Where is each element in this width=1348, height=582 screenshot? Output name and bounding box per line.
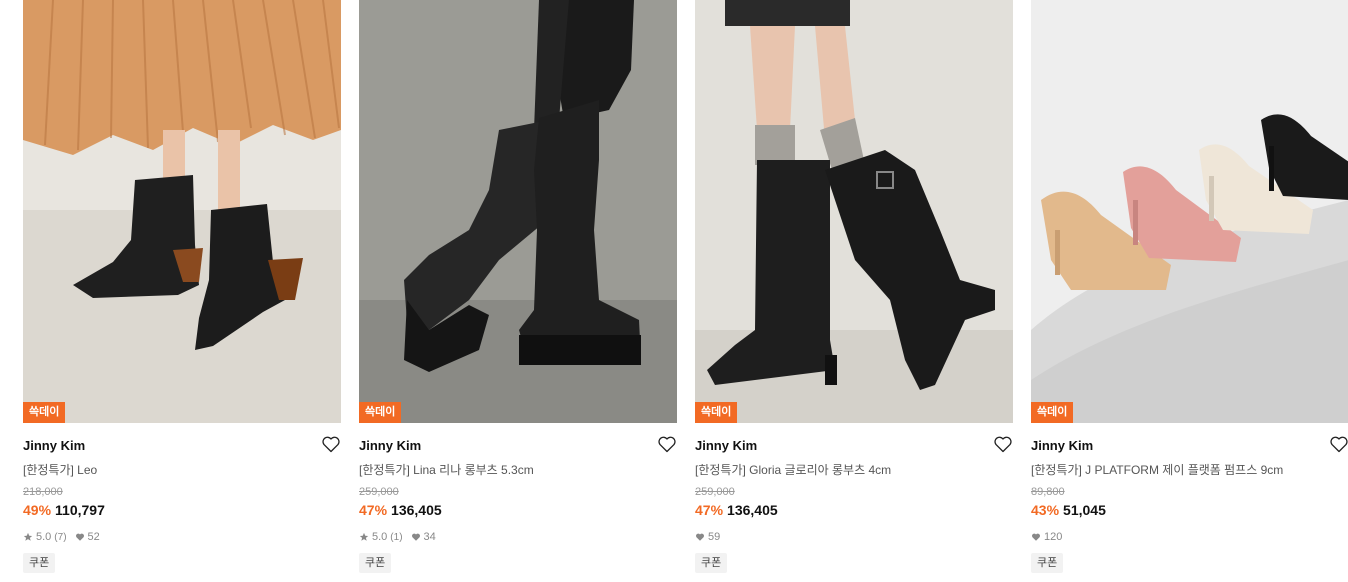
heart-filled-icon bbox=[1031, 533, 1041, 541]
product-title[interactable]: [한정특가] Leo bbox=[23, 461, 97, 478]
brand-name[interactable]: Jinny Kim bbox=[359, 438, 421, 453]
rating-value: 5.0 bbox=[372, 531, 388, 543]
product-photo-ankle-boots bbox=[23, 0, 341, 423]
promo-badge: 쓱데이 bbox=[23, 402, 66, 423]
product-photo-riding-boots bbox=[695, 0, 1013, 423]
product-stats: 120 bbox=[1031, 531, 1062, 543]
discount-rate: 49% bbox=[23, 502, 52, 518]
like-count: 34 bbox=[423, 531, 436, 543]
product-stats: 5.0 (1) 34 bbox=[359, 531, 436, 543]
coupon-tag: 쿠폰 bbox=[1031, 553, 1064, 573]
discount-rate: 43% bbox=[1031, 502, 1060, 518]
product-grid: 쓱데이 Jinny Kim [한정특가] Leo 218,000 49% 110,… bbox=[0, 0, 1348, 582]
original-price: 259,000 bbox=[695, 486, 735, 498]
like-count: 52 bbox=[87, 531, 100, 543]
product-title[interactable]: [한정특가] Gloria 글로리아 롱부츠 4cm bbox=[695, 461, 891, 478]
product-title[interactable]: [한정특가] J PLATFORM 제이 플랫폼 펌프스 9cm bbox=[1031, 461, 1283, 478]
brand-name[interactable]: Jinny Kim bbox=[23, 438, 85, 453]
product-photo-pumps bbox=[1031, 0, 1348, 423]
promo-badge: 쓱데이 bbox=[359, 402, 402, 423]
wishlist-button[interactable] bbox=[1329, 434, 1348, 454]
wishlist-button[interactable] bbox=[321, 434, 341, 454]
sale-price: 136,405 bbox=[727, 502, 778, 518]
sale-price-row: 47% 136,405 bbox=[695, 502, 778, 518]
product-image[interactable]: 쓱데이 bbox=[359, 0, 677, 423]
sale-price-row: 47% 136,405 bbox=[359, 502, 442, 518]
sale-price: 51,045 bbox=[1063, 502, 1106, 518]
heart-filled-icon bbox=[411, 533, 420, 541]
brand-name[interactable]: Jinny Kim bbox=[1031, 438, 1093, 453]
original-price: 259,000 bbox=[359, 486, 399, 498]
like-count: 59 bbox=[708, 531, 721, 543]
product-card[interactable]: 쓱데이 Jinny Kim [한정특가] J PLATFORM 제이 플랫폼 펌… bbox=[1031, 0, 1348, 582]
review-count: (7) bbox=[54, 531, 67, 543]
heart-filled-icon bbox=[695, 533, 705, 541]
discount-rate: 47% bbox=[359, 502, 388, 518]
star-icon bbox=[23, 532, 33, 541]
star-icon bbox=[359, 532, 369, 541]
heart-outline-icon bbox=[1330, 436, 1348, 453]
product-stats: 59 bbox=[695, 531, 720, 543]
heart-outline-icon bbox=[322, 436, 340, 453]
wishlist-button[interactable] bbox=[657, 434, 677, 454]
product-image[interactable]: 쓱데이 bbox=[695, 0, 1013, 423]
rating-value: 5.0 bbox=[36, 531, 52, 543]
product-card[interactable]: 쓱데이 Jinny Kim [한정특가] Lina 리나 롱부츠 5.3cm 2… bbox=[359, 0, 677, 582]
product-stats: 5.0 (7) 52 bbox=[23, 531, 100, 543]
product-card[interactable]: 쓱데이 Jinny Kim [한정특가] Leo 218,000 49% 110,… bbox=[23, 0, 341, 582]
original-price: 218,000 bbox=[23, 486, 63, 498]
coupon-tag: 쿠폰 bbox=[23, 553, 56, 573]
promo-badge: 쓱데이 bbox=[695, 402, 738, 423]
review-count: (1) bbox=[390, 531, 403, 543]
heart-outline-icon bbox=[994, 436, 1012, 453]
sale-price: 110,797 bbox=[55, 502, 105, 518]
product-photo-long-boots bbox=[359, 0, 677, 423]
sale-price-row: 49% 110,797 bbox=[23, 502, 105, 518]
product-image[interactable]: 쓱데이 bbox=[23, 0, 341, 423]
product-card[interactable]: 쓱데이 Jinny Kim [한정특가] Gloria 글로리아 롱부츠 4cm… bbox=[695, 0, 1013, 582]
promo-badge: 쓱데이 bbox=[1031, 402, 1074, 423]
discount-rate: 47% bbox=[695, 502, 724, 518]
like-count: 120 bbox=[1044, 531, 1063, 543]
sale-price-row: 43% 51,045 bbox=[1031, 502, 1106, 518]
product-image[interactable]: 쓱데이 bbox=[1031, 0, 1348, 423]
coupon-tag: 쿠폰 bbox=[359, 553, 392, 573]
coupon-tag: 쿠폰 bbox=[695, 553, 728, 573]
original-price: 89,800 bbox=[1031, 486, 1065, 498]
heart-filled-icon bbox=[75, 533, 84, 541]
sale-price: 136,405 bbox=[391, 502, 442, 518]
heart-outline-icon bbox=[658, 436, 676, 453]
product-title[interactable]: [한정특가] Lina 리나 롱부츠 5.3cm bbox=[359, 461, 534, 478]
brand-name[interactable]: Jinny Kim bbox=[695, 438, 757, 453]
wishlist-button[interactable] bbox=[993, 434, 1013, 454]
